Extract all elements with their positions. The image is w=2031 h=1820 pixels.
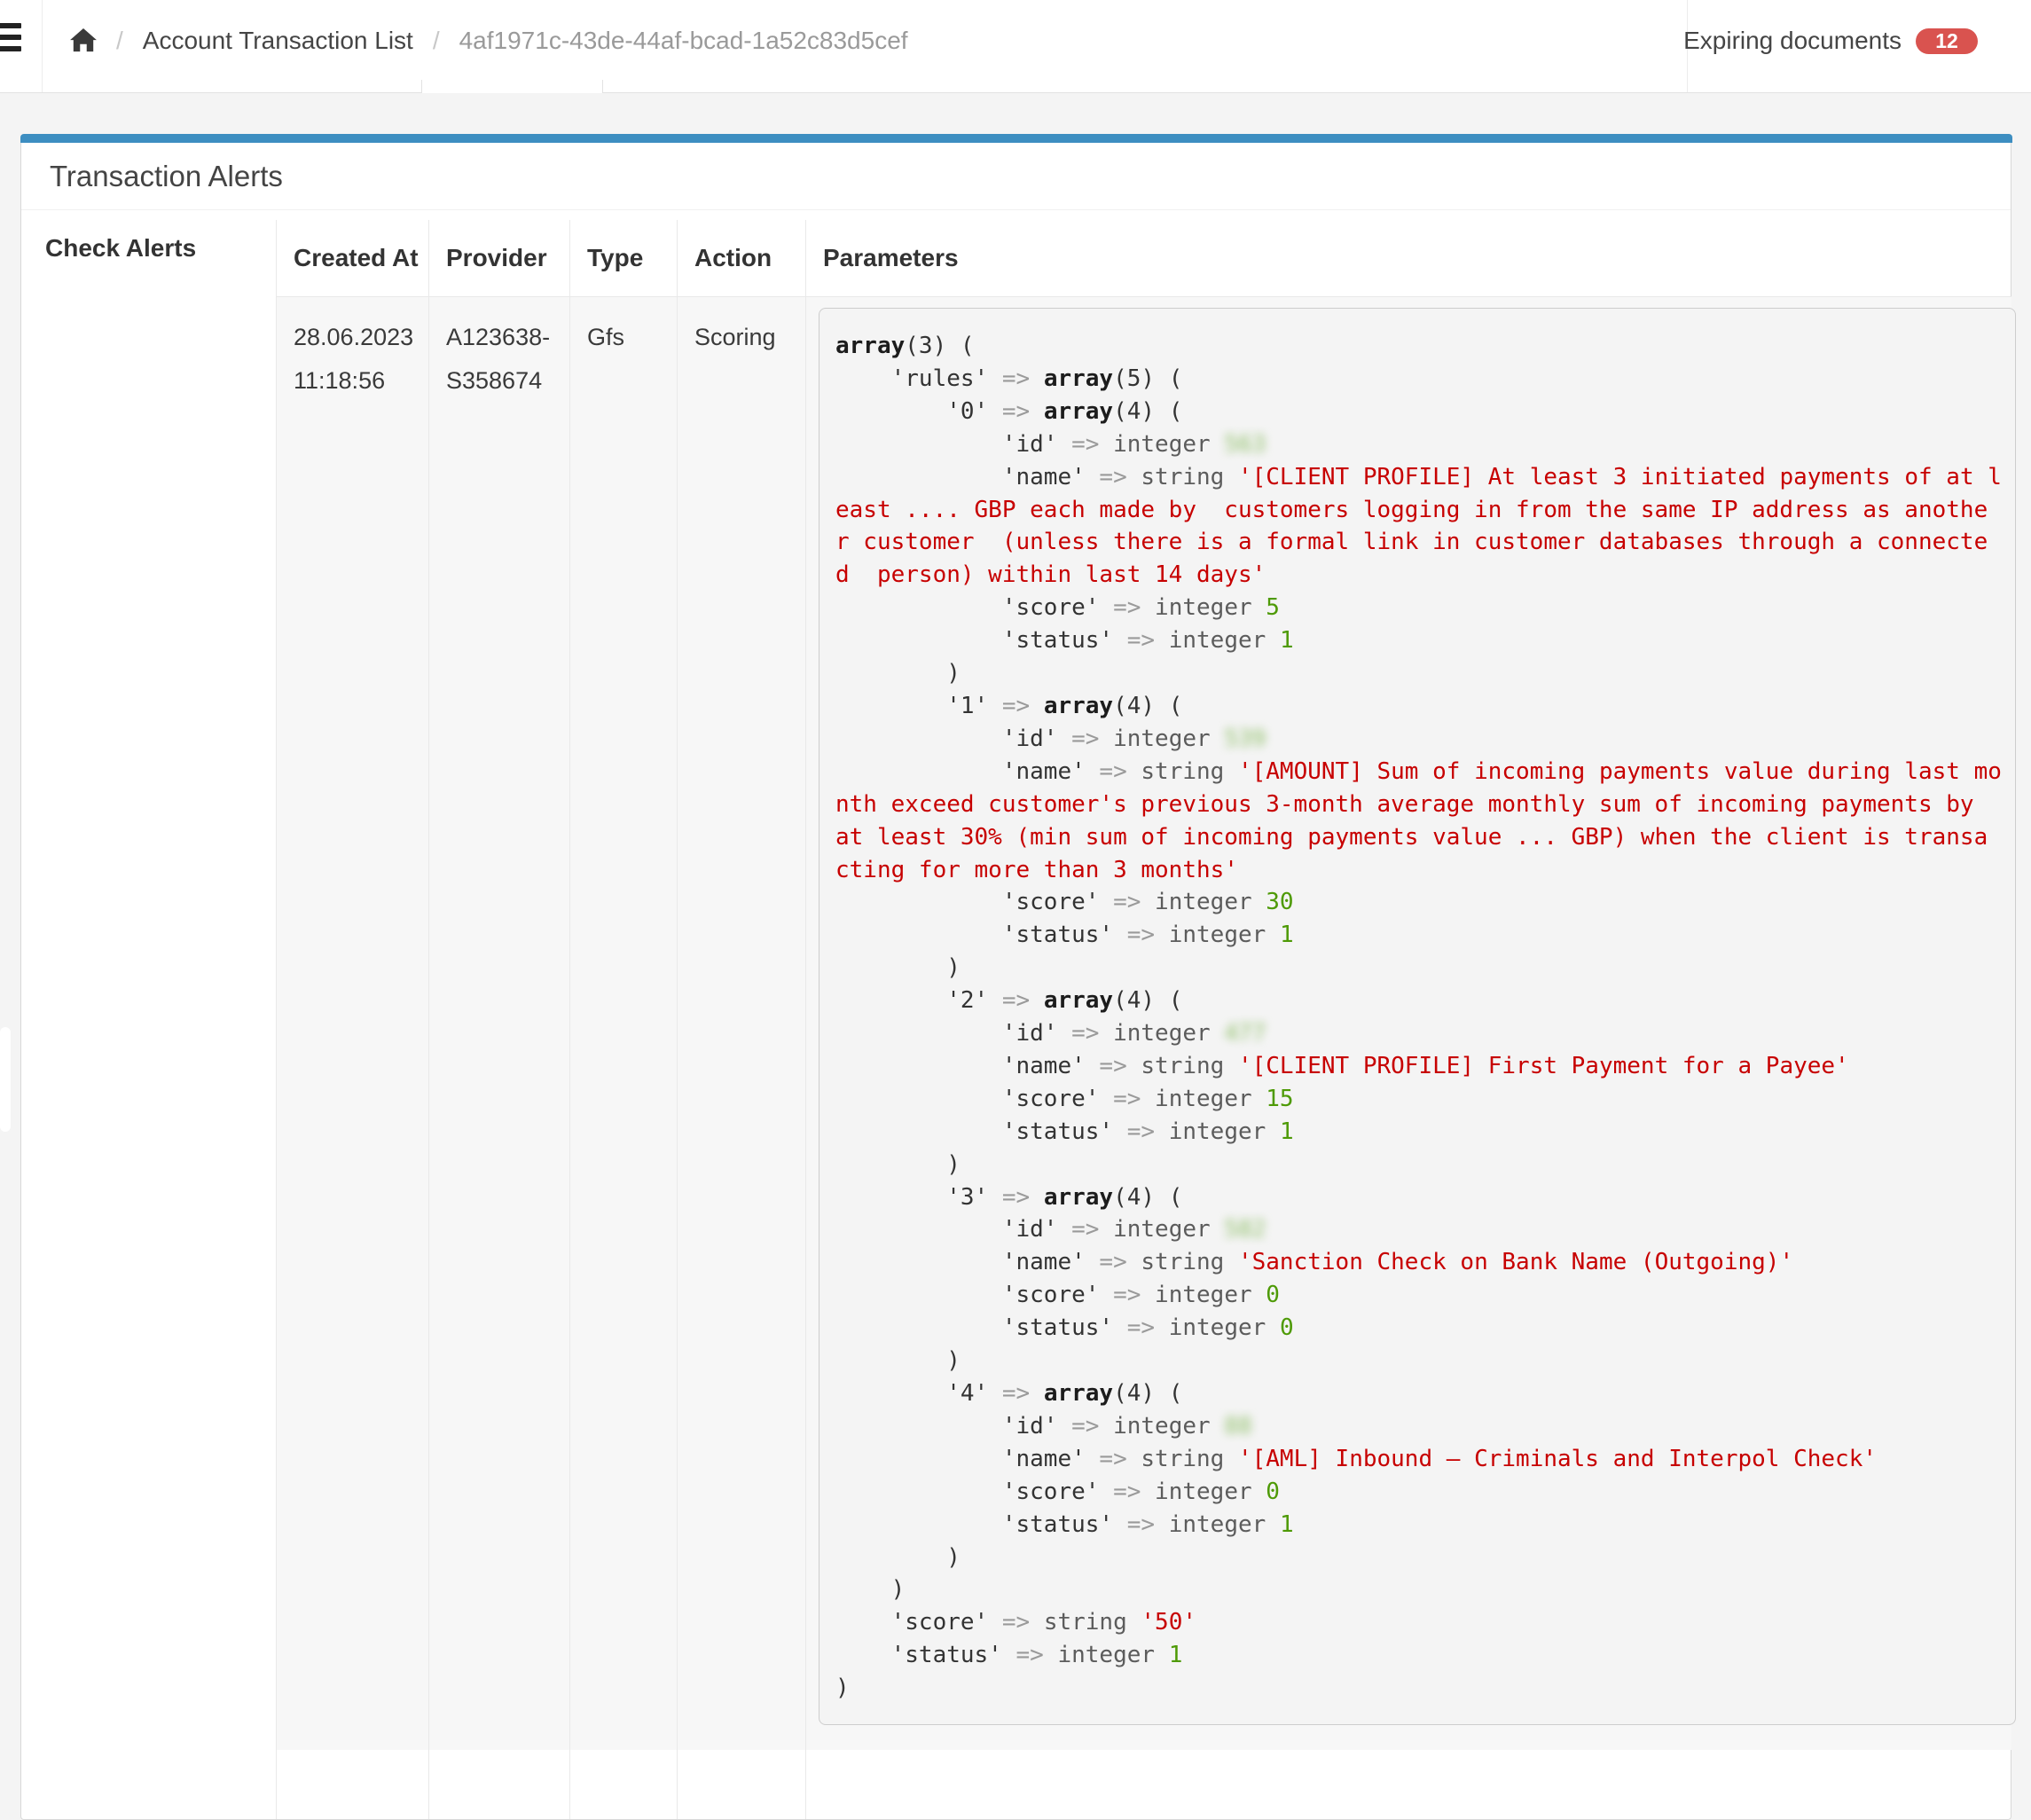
navbar-divider	[42, 0, 43, 92]
transaction-alerts-panel: Transaction Alerts Check Alerts Created …	[20, 135, 2011, 1820]
table-border	[428, 220, 429, 1819]
column-header-provider: Provider	[446, 220, 568, 296]
check-alerts-label: Check Alerts	[45, 234, 196, 263]
active-tab-right-edge	[602, 80, 603, 93]
table-border	[276, 296, 2011, 297]
provider-line2: S358674	[446, 359, 550, 403]
expiring-documents-link[interactable]: Expiring documents 12	[1683, 0, 1978, 82]
created-at-time: 11:18:56	[294, 359, 413, 403]
sidebar-toggle-hamburger-icon[interactable]	[0, 23, 21, 58]
expiring-documents-label: Expiring documents	[1683, 27, 1902, 55]
panel-accent-bar	[20, 134, 2012, 143]
hamburger-bar	[0, 35, 21, 40]
column-header-type: Type	[587, 220, 675, 296]
created-at-date: 28.06.2023	[294, 316, 413, 359]
breadcrumb: / Account Transaction List / 4af1971c-43…	[70, 0, 908, 82]
parameters-code: array(3) ( 'rules' => array(5) ( '0' => …	[819, 308, 2016, 1725]
tabstrip-border	[602, 92, 2031, 93]
panel-title: Transaction Alerts	[50, 160, 283, 193]
table-border	[569, 220, 570, 1819]
provider-line1: A123638-	[446, 316, 550, 359]
hamburger-bar	[0, 23, 21, 28]
breadcrumb-current-uuid: 4af1971c-43de-44af-bcad-1a52c83d5cef	[459, 27, 908, 55]
top-navbar: / Account Transaction List / 4af1971c-43…	[0, 0, 2031, 93]
cell-provider: A123638- S358674	[446, 316, 550, 403]
breadcrumb-separator: /	[116, 27, 123, 55]
column-header-created-at: Created At	[294, 220, 427, 296]
active-tab-left-edge	[421, 80, 422, 93]
cell-created-at: 28.06.2023 11:18:56	[294, 316, 413, 403]
column-header-action: Action	[694, 220, 804, 296]
hamburger-bar	[0, 46, 21, 51]
table-border	[677, 220, 678, 1819]
breadcrumb-link-account-transaction-list[interactable]: Account Transaction List	[143, 27, 413, 55]
cell-action: Scoring	[694, 316, 776, 359]
cell-type: Gfs	[587, 316, 624, 359]
tabstrip-border	[0, 92, 421, 93]
expiring-documents-count-badge: 12	[1916, 28, 1978, 54]
column-header-parameters: Parameters	[823, 220, 1178, 296]
table-border	[276, 220, 277, 1819]
scrollbar-thumb[interactable]	[0, 1027, 11, 1132]
home-icon[interactable]	[70, 28, 97, 53]
panel-header: Transaction Alerts	[21, 144, 2011, 210]
table-border	[805, 220, 806, 1819]
breadcrumb-separator: /	[433, 27, 440, 55]
